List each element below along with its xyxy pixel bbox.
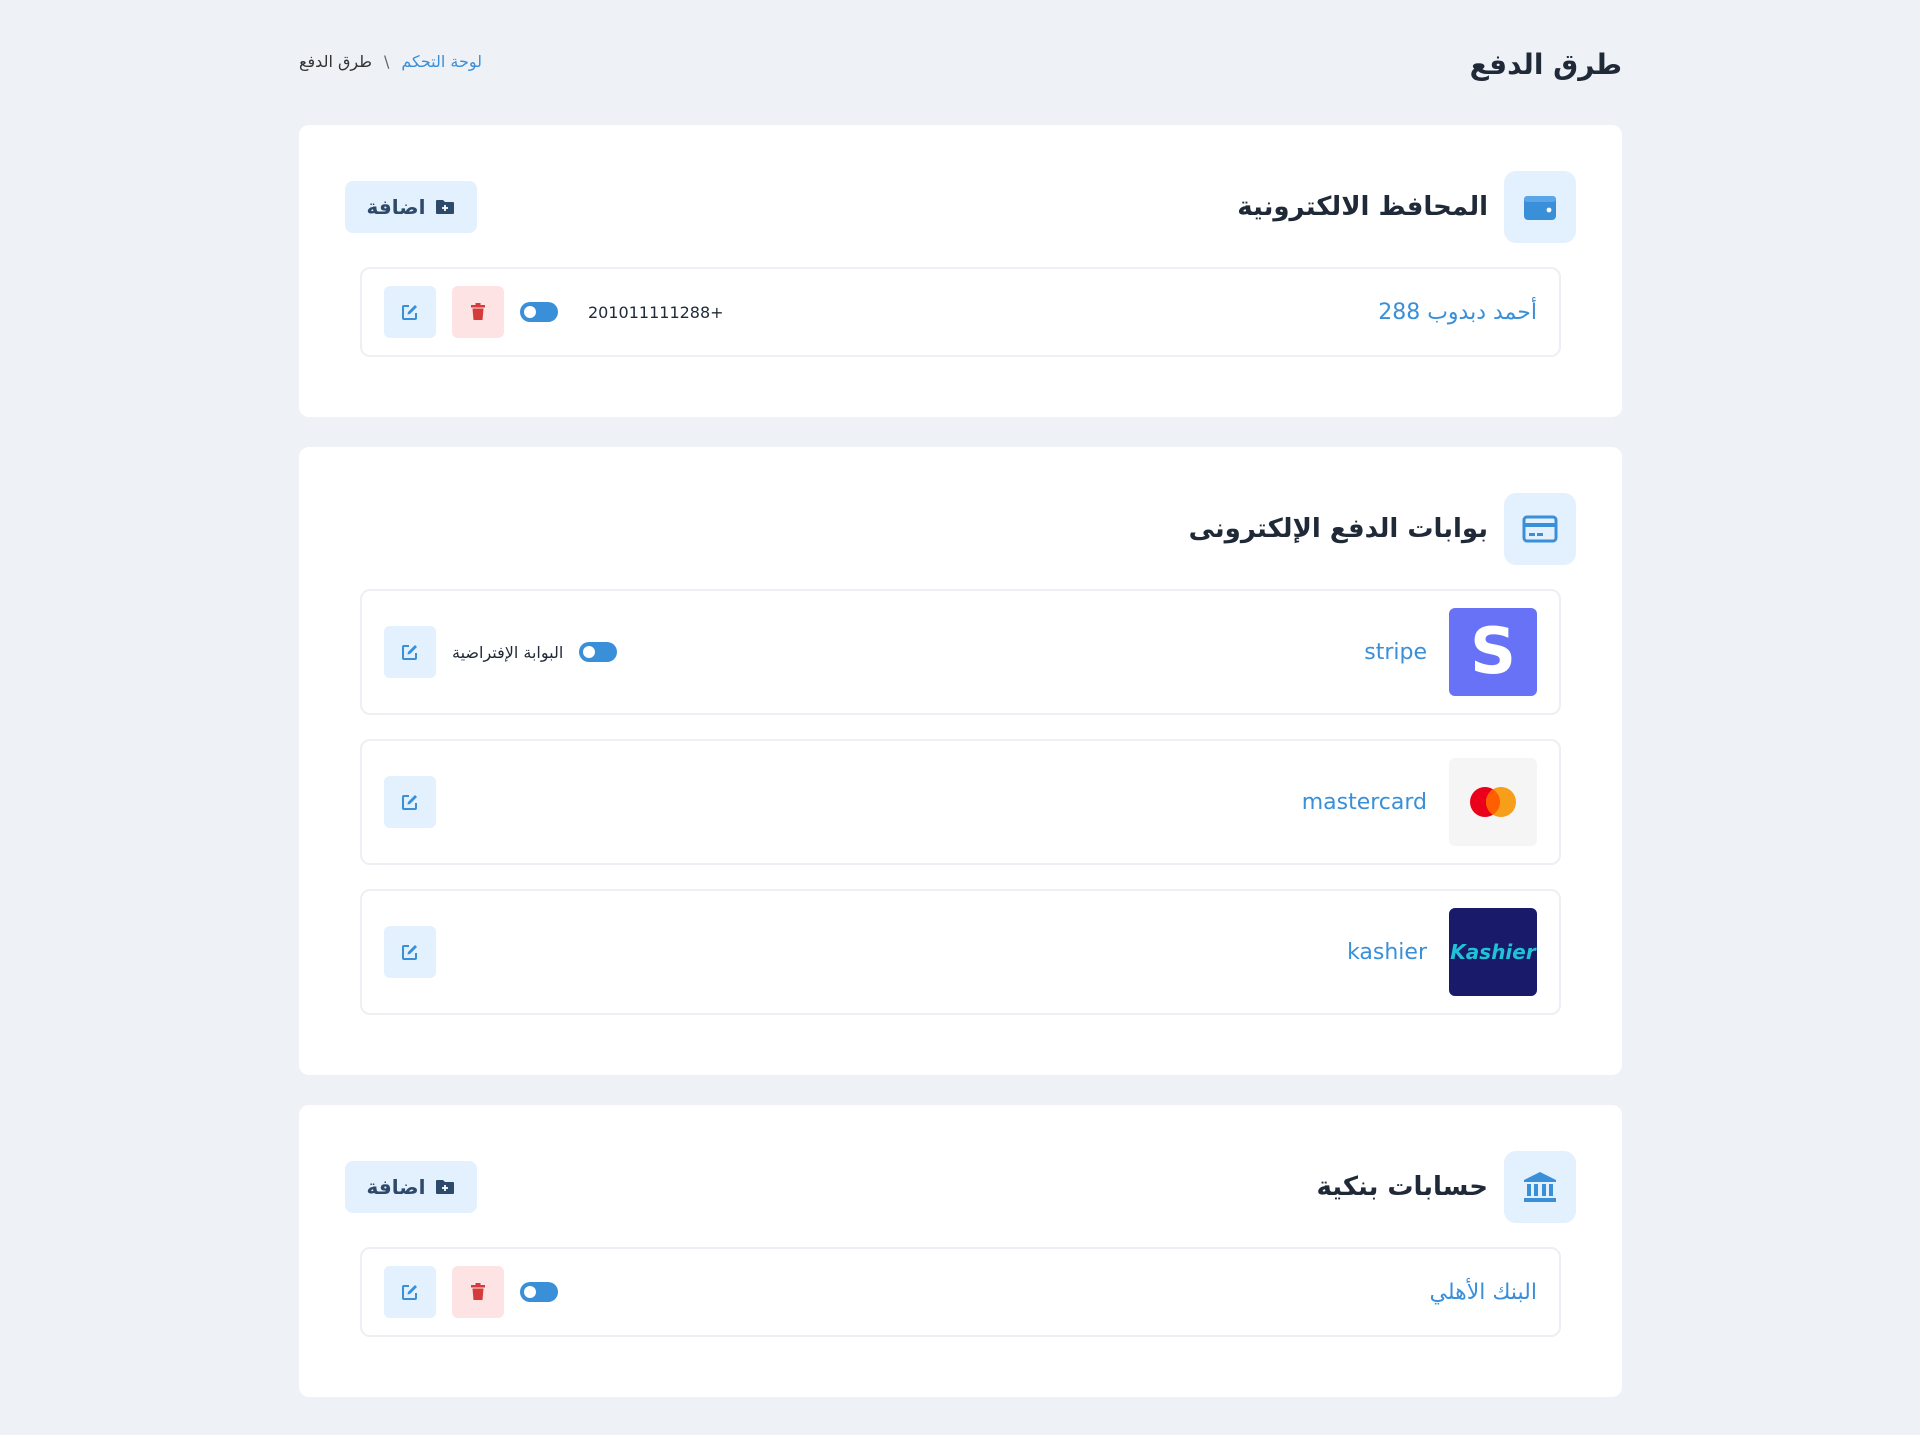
gateways-title-wrap: بوابات الدفع الإلكترونى bbox=[1189, 493, 1576, 565]
delete-bank-button[interactable] bbox=[452, 1266, 504, 1318]
mastercard-row-info: mastercard bbox=[1302, 758, 1537, 846]
edit-bank-button[interactable] bbox=[384, 1266, 436, 1318]
breadcrumb: لوحة التحكم \ طرق الدفع bbox=[299, 52, 482, 71]
payment-methods-page: طرق الدفع لوحة التحكم \ طرق الدفع المحاف… bbox=[299, 0, 1622, 1427]
stripe-row-actions: البوابة الإفتراضية bbox=[384, 626, 618, 678]
stripe-row-info: S stripe bbox=[1364, 608, 1537, 696]
breadcrumb-home-link[interactable]: لوحة التحكم bbox=[401, 52, 482, 71]
banks-title-wrap: حسابات بنكية bbox=[1316, 1151, 1576, 1223]
wallet-row-actions: 201011111288+ bbox=[384, 286, 724, 338]
add-bank-button[interactable]: اضافة bbox=[345, 1161, 477, 1213]
edit-icon bbox=[402, 305, 417, 320]
stripe-name: stripe bbox=[1364, 639, 1427, 665]
edit-icon bbox=[402, 795, 417, 810]
add-wallet-label: اضافة bbox=[366, 195, 426, 219]
breadcrumb-current: طرق الدفع bbox=[299, 52, 372, 71]
bank-row-info: البنك الأهلي bbox=[1429, 1280, 1537, 1305]
wallet-row-info: أحمد دبدوب 288 bbox=[1378, 300, 1537, 325]
kashier-logo: Kashier bbox=[1449, 908, 1537, 996]
banks-card-header: حسابات بنكية اضافة bbox=[345, 1151, 1576, 1223]
add-bank-label: اضافة bbox=[366, 1175, 426, 1199]
edit-icon bbox=[402, 945, 417, 960]
folder-plus-icon bbox=[436, 200, 455, 214]
wallet-active-toggle[interactable] bbox=[520, 302, 558, 322]
gateway-row-stripe: S stripe البوابة الإفتراضية bbox=[360, 589, 1561, 715]
edit-kashier-button[interactable] bbox=[384, 926, 436, 978]
gateways-card-header: بوابات الدفع الإلكترونى bbox=[345, 493, 1576, 565]
edit-mastercard-button[interactable] bbox=[384, 776, 436, 828]
wallet-row: أحمد دبدوب 288 201011111288+ bbox=[360, 267, 1561, 357]
mastercard-row-actions bbox=[384, 776, 436, 828]
wallets-card-header: المحافظ الالكترونية اضافة bbox=[345, 171, 1576, 243]
edit-icon bbox=[402, 645, 417, 660]
credit-card-icon bbox=[1504, 493, 1576, 565]
delete-wallet-button[interactable] bbox=[452, 286, 504, 338]
banks-title: حسابات بنكية bbox=[1316, 1172, 1488, 1202]
bank-active-toggle[interactable] bbox=[520, 1282, 558, 1302]
gateway-row-mastercard: mastercard bbox=[360, 739, 1561, 865]
mastercard-name: mastercard bbox=[1301, 789, 1427, 815]
wallets-title-wrap: المحافظ الالكترونية bbox=[1237, 171, 1576, 243]
trash-icon bbox=[471, 303, 485, 320]
bank-icon bbox=[1504, 1151, 1576, 1223]
gateways-card: بوابات الدفع الإلكترونى S stripe البوابة… bbox=[299, 447, 1622, 1075]
page-title: طرق الدفع bbox=[1469, 48, 1622, 81]
kashier-name: kashier bbox=[1347, 939, 1427, 965]
bank-row-actions bbox=[384, 1266, 558, 1318]
wallets-title: المحافظ الالكترونية bbox=[1237, 192, 1488, 222]
kashier-row-info: Kashier kashier bbox=[1347, 908, 1537, 996]
edit-icon bbox=[402, 1285, 417, 1300]
kashier-row-actions bbox=[384, 926, 436, 978]
bank-name: البنك الأهلي bbox=[1429, 1279, 1537, 1305]
wallet-icon bbox=[1504, 171, 1576, 243]
wallet-name: أحمد دبدوب 288 bbox=[1378, 299, 1537, 325]
folder-plus-icon bbox=[436, 1180, 455, 1194]
mastercard-logo bbox=[1449, 758, 1537, 846]
bank-row: البنك الأهلي bbox=[360, 1247, 1561, 1337]
wallets-card: المحافظ الالكترونية اضافة أحمد دبدوب 288 bbox=[299, 125, 1622, 417]
add-wallet-button[interactable]: اضافة bbox=[345, 181, 477, 233]
default-gateway-toggle[interactable] bbox=[579, 642, 618, 662]
gateway-row-kashier: Kashier kashier bbox=[360, 889, 1561, 1015]
page-header: طرق الدفع لوحة التحكم \ طرق الدفع bbox=[299, 0, 1622, 125]
breadcrumb-separator: \ bbox=[383, 52, 390, 71]
trash-icon bbox=[471, 1283, 485, 1300]
wallet-phone: 201011111288+ bbox=[588, 302, 724, 322]
stripe-logo: S bbox=[1449, 608, 1537, 696]
banks-card: حسابات بنكية اضافة البنك الأهلي bbox=[299, 1105, 1622, 1397]
default-gateway-label: البوابة الإفتراضية bbox=[452, 642, 564, 662]
gateways-title: بوابات الدفع الإلكترونى bbox=[1188, 514, 1488, 544]
edit-wallet-button[interactable] bbox=[384, 286, 436, 338]
edit-stripe-button[interactable] bbox=[384, 626, 436, 678]
